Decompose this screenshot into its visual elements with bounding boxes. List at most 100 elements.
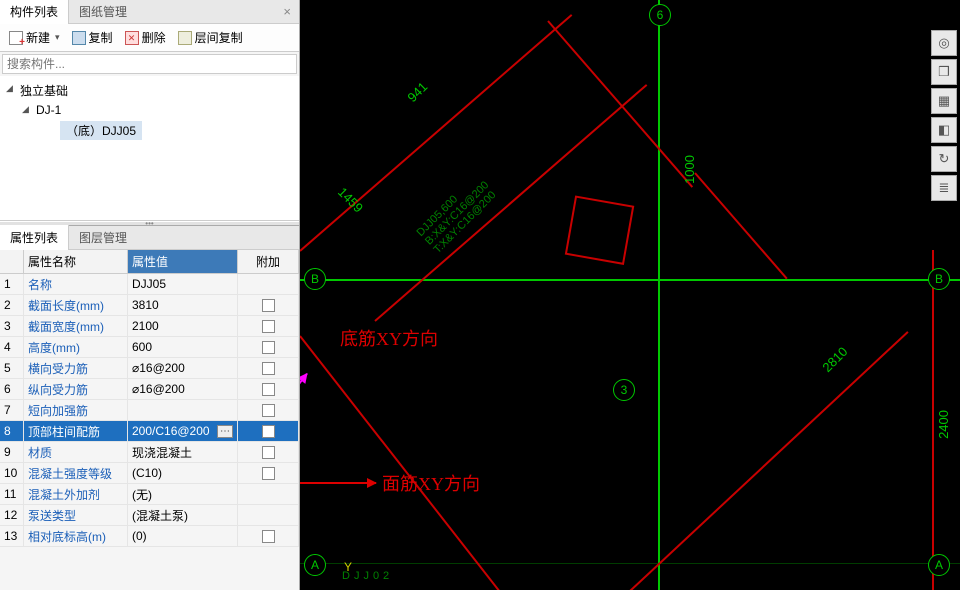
row-value[interactable]: (0) bbox=[128, 526, 238, 546]
checkbox[interactable] bbox=[262, 299, 275, 312]
tab-components[interactable]: 构件列表 bbox=[0, 0, 69, 24]
row-value[interactable]: 200/C16@200⋯ bbox=[128, 421, 238, 441]
row-name: 泵送类型 bbox=[24, 505, 128, 525]
row-extra[interactable] bbox=[238, 484, 299, 504]
new-icon bbox=[9, 31, 23, 45]
checkbox[interactable] bbox=[262, 530, 275, 543]
property-row[interactable]: 8顶部柱间配筋200/C16@200⋯ bbox=[0, 421, 299, 442]
checkbox[interactable] bbox=[262, 425, 275, 438]
row-value[interactable] bbox=[128, 400, 238, 420]
property-row[interactable]: 1名称DJJ05 bbox=[0, 274, 299, 295]
drawing-viewport[interactable]: 6 B B 3 A A 941 1459 1000 2810 2400 DJJ0… bbox=[300, 0, 960, 590]
delete-label: 删除 bbox=[142, 29, 166, 46]
row-extra[interactable] bbox=[238, 526, 299, 546]
row-extra[interactable] bbox=[238, 505, 299, 525]
property-row[interactable]: 5横向受力筋⌀16@200 bbox=[0, 358, 299, 379]
row-value[interactable]: 3810 bbox=[128, 295, 238, 315]
tree-child[interactable]: ◢ DJ-1 bbox=[2, 101, 297, 119]
tab-layers[interactable]: 图层管理 bbox=[69, 225, 137, 250]
cube-back-icon[interactable]: ◧ bbox=[931, 117, 957, 143]
row-extra[interactable] bbox=[238, 421, 299, 441]
tab-properties[interactable]: 属性列表 bbox=[0, 225, 69, 250]
checkbox[interactable] bbox=[262, 446, 275, 459]
floor-copy-button[interactable]: 层间复制 bbox=[173, 27, 248, 48]
checkbox[interactable] bbox=[262, 404, 275, 417]
property-row[interactable]: 7短向加强筋 bbox=[0, 400, 299, 421]
row-value[interactable]: 600 bbox=[128, 337, 238, 357]
property-body[interactable]: 1名称DJJ052截面长度(mm)38103截面宽度(mm)21004高度(mm… bbox=[0, 274, 299, 590]
row-extra[interactable] bbox=[238, 295, 299, 315]
row-name: 材质 bbox=[24, 442, 128, 462]
row-index: 10 bbox=[0, 463, 24, 483]
floor-copy-label: 层间复制 bbox=[195, 29, 243, 46]
close-icon[interactable]: × bbox=[275, 2, 299, 21]
row-value[interactable]: 现浇混凝土 bbox=[128, 442, 238, 462]
orbit-icon[interactable]: ◎ bbox=[931, 30, 957, 56]
component-tree[interactable]: ◢ 独立基础 ◢ DJ-1 （底）DJJ05 bbox=[0, 76, 299, 221]
tree-leaf[interactable]: （底）DJJ05 bbox=[2, 119, 297, 142]
delete-button[interactable]: 删除 bbox=[120, 27, 171, 48]
grid-bubble-b-right: B bbox=[928, 268, 950, 290]
rotate-icon[interactable]: ↻ bbox=[931, 146, 957, 172]
property-row[interactable]: 4高度(mm)600 bbox=[0, 337, 299, 358]
property-row[interactable]: 10混凝土强度等级(C10) bbox=[0, 463, 299, 484]
row-value[interactable]: DJJ05 bbox=[128, 274, 238, 294]
col-extra-header: 附加 bbox=[238, 250, 299, 273]
row-name: 高度(mm) bbox=[24, 337, 128, 357]
property-row[interactable]: 12泵送类型(混凝土泵) bbox=[0, 505, 299, 526]
row-extra[interactable] bbox=[238, 379, 299, 399]
dim-1000: 1000 bbox=[682, 155, 697, 184]
property-row[interactable]: 11混凝土外加剂(无) bbox=[0, 484, 299, 505]
row-value[interactable]: (混凝土泵) bbox=[128, 505, 238, 525]
new-label: 新建 bbox=[26, 29, 50, 46]
properties-panel-header: 属性列表 图层管理 bbox=[0, 226, 299, 250]
checkbox[interactable] bbox=[262, 320, 275, 333]
checkbox[interactable] bbox=[262, 362, 275, 375]
row-extra[interactable] bbox=[238, 463, 299, 483]
dim-941: 941 bbox=[404, 79, 430, 105]
row-value[interactable]: (C10) bbox=[128, 463, 238, 483]
col-value-header[interactable]: 属性值 bbox=[128, 250, 238, 273]
property-row[interactable]: 6纵向受力筋⌀16@200 bbox=[0, 379, 299, 400]
ellipsis-button[interactable]: ⋯ bbox=[217, 425, 233, 438]
dim-2810: 2810 bbox=[819, 344, 850, 375]
components-toolbar: 新建 ▾ 复制 删除 层间复制 bbox=[0, 24, 299, 52]
grid-bubble-a-left: A bbox=[304, 554, 326, 576]
gridline-b bbox=[300, 279, 960, 281]
row-extra[interactable] bbox=[238, 442, 299, 462]
row-value[interactable]: (无) bbox=[128, 484, 238, 504]
checkbox[interactable] bbox=[262, 467, 275, 480]
row-extra[interactable] bbox=[238, 274, 299, 294]
checkbox[interactable] bbox=[262, 383, 275, 396]
floor-copy-icon bbox=[178, 31, 192, 45]
new-button[interactable]: 新建 ▾ bbox=[4, 27, 65, 48]
row-extra[interactable] bbox=[238, 316, 299, 336]
row-value[interactable]: 2100 bbox=[128, 316, 238, 336]
row-extra[interactable] bbox=[238, 358, 299, 378]
checkbox[interactable] bbox=[262, 341, 275, 354]
layers-icon[interactable]: ≣ bbox=[931, 175, 957, 201]
property-row[interactable]: 3截面宽度(mm)2100 bbox=[0, 316, 299, 337]
collapse-icon[interactable]: ◢ bbox=[6, 83, 16, 93]
tab-drawings[interactable]: 图纸管理 bbox=[69, 0, 137, 24]
row-value[interactable]: ⌀16@200 bbox=[128, 379, 238, 399]
row-name: 相对底标高(m) bbox=[24, 526, 128, 546]
search-input[interactable] bbox=[2, 54, 297, 74]
arrow-top-rebar bbox=[300, 482, 376, 484]
tree-root[interactable]: ◢ 独立基础 bbox=[2, 80, 297, 101]
row-value[interactable]: ⌀16@200 bbox=[128, 358, 238, 378]
foundation-edge bbox=[932, 250, 934, 590]
copy-label: 复制 bbox=[89, 29, 113, 46]
cube-3d-icon[interactable]: ❒ bbox=[931, 59, 957, 85]
row-extra[interactable] bbox=[238, 400, 299, 420]
property-row[interactable]: 2截面长度(mm)3810 bbox=[0, 295, 299, 316]
collapse-icon[interactable]: ◢ bbox=[22, 104, 32, 114]
row-index: 8 bbox=[0, 421, 24, 441]
row-extra[interactable] bbox=[238, 337, 299, 357]
cube-icon[interactable]: ▦ bbox=[931, 88, 957, 114]
copy-button[interactable]: 复制 bbox=[67, 27, 118, 48]
property-row[interactable]: 13相对底标高(m)(0) bbox=[0, 526, 299, 547]
delete-icon bbox=[125, 31, 139, 45]
row-index: 13 bbox=[0, 526, 24, 546]
property-row[interactable]: 9材质现浇混凝土 bbox=[0, 442, 299, 463]
